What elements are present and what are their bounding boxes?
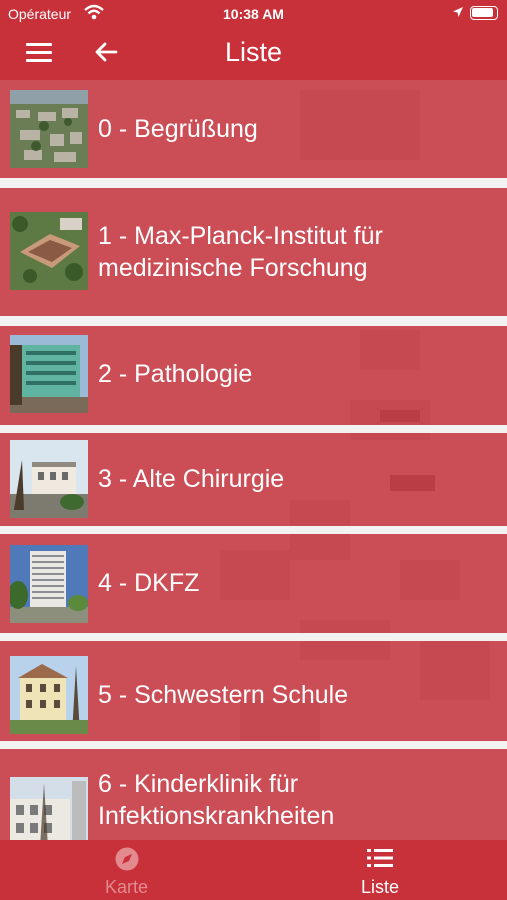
- list-item-label: 2 - Pathologie: [98, 360, 253, 388]
- list-item[interactable]: 0 - Begrüßung: [0, 80, 507, 178]
- tab-karte[interactable]: Karte: [0, 840, 253, 900]
- list-item[interactable]: 3 - Alte Chirurgie: [0, 433, 507, 526]
- list-item[interactable]: 2 - Pathologie: [0, 326, 507, 425]
- list-item[interactable]: 6 - Kinderklinik für Infektionskrankheit…: [0, 749, 507, 840]
- childrens-clinic-photo: [10, 777, 88, 840]
- green-building-photo: [10, 335, 88, 413]
- list-container[interactable]: 0 - Begrüßung 1 - Max-Planck-Institut fü…: [0, 80, 507, 840]
- list-item-label: 3 - Alte Chirurgie: [98, 465, 285, 493]
- list-item-label: 6 - Kinderklinik für Infektionskrankheit…: [98, 770, 335, 830]
- list-item-label: 4 - DKFZ: [98, 569, 200, 597]
- aerial-campus-photo: [10, 90, 88, 168]
- nursing-school-photo: [10, 656, 88, 734]
- tab-label: Karte: [104, 877, 149, 897]
- navigation-bar: Liste: [0, 28, 507, 80]
- list-item-label: 0 - Begrüßung: [98, 115, 258, 143]
- tab-liste[interactable]: Liste: [253, 840, 507, 900]
- dkfz-tower-photo: [10, 545, 88, 623]
- status-time: 10:38 AM: [223, 6, 284, 22]
- list-item-label: 5 - Schwestern Schule: [98, 681, 349, 709]
- compass-icon: [115, 847, 139, 871]
- old-surgery-building-photo: [10, 440, 88, 518]
- tab-label: Liste: [360, 877, 400, 897]
- list-item[interactable]: 5 - Schwestern Schule: [0, 641, 507, 741]
- status-bar: Opérateur 10:38 AM: [0, 0, 507, 28]
- tab-bar: Karte Liste: [0, 840, 507, 900]
- list-icon: [367, 849, 393, 867]
- list-item-label: 1 - Max-Planck-Institut für medizinische…: [98, 222, 383, 282]
- aerial-institute-photo: [10, 212, 88, 290]
- list-item[interactable]: 1 - Max-Planck-Institut für medizinische…: [0, 188, 507, 316]
- page-title: Liste: [224, 37, 283, 67]
- list-item[interactable]: 4 - DKFZ: [0, 534, 507, 633]
- location-icon: [452, 6, 464, 22]
- battery-icon: [470, 6, 498, 20]
